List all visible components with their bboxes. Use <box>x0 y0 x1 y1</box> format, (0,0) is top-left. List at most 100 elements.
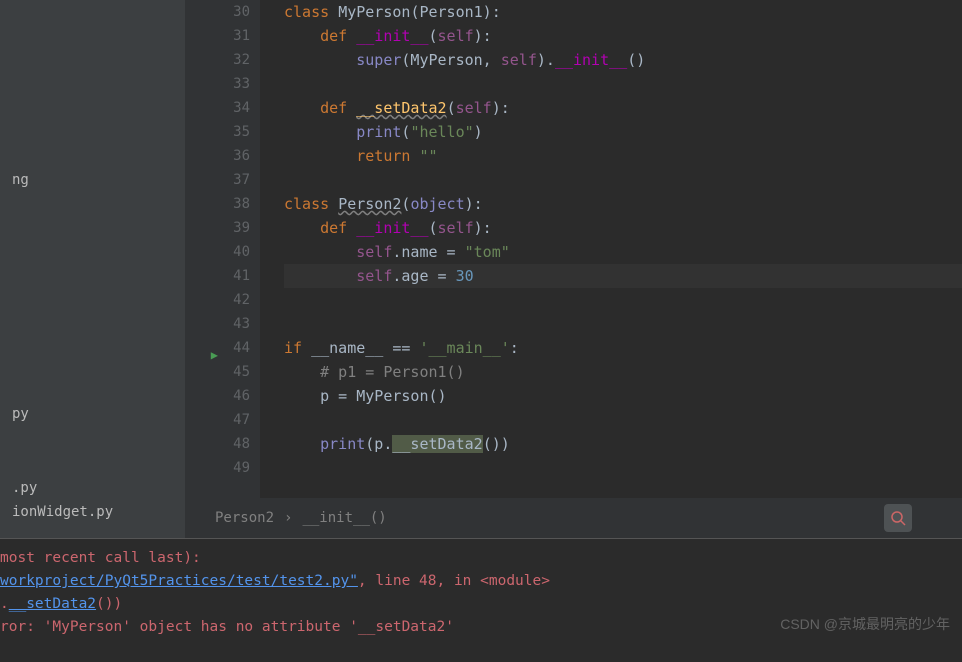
code-token: self <box>356 243 392 261</box>
line-number[interactable]: 34 <box>185 96 250 120</box>
code-line[interactable]: p = MyPerson() <box>284 384 962 408</box>
code-token: self <box>438 27 474 45</box>
line-number[interactable]: 42 <box>185 288 250 312</box>
code-line[interactable]: # p1 = Person1() <box>284 360 962 384</box>
code-token: ( <box>429 219 438 237</box>
line-number[interactable]: 46 <box>185 384 250 408</box>
watermark: CSDN @京城最明亮的少年 <box>780 614 950 634</box>
breadcrumb[interactable]: Person2 › __init__() <box>215 510 387 526</box>
code-token: ). <box>537 51 555 69</box>
code-token: if <box>284 339 311 357</box>
code-line[interactable]: print("hello") <box>284 120 962 144</box>
code-token: .name = <box>392 243 464 261</box>
code-token: 30 <box>456 267 474 285</box>
code-token: ): <box>492 99 510 117</box>
line-number[interactable]: 31 <box>185 24 250 48</box>
code-token: ): <box>474 27 492 45</box>
line-number[interactable]: 33 <box>185 72 250 96</box>
line-number[interactable]: 30 <box>185 0 250 24</box>
code-editor[interactable]: 303132333435363738394041424344▶454647484… <box>185 0 962 538</box>
sidebar-item[interactable]: ng <box>4 168 181 192</box>
code-token: "tom" <box>465 243 510 261</box>
code-token: self <box>356 267 392 285</box>
console-line: workproject/PyQt5Practices/test/test2.py… <box>0 570 962 593</box>
code-token: print <box>320 435 365 453</box>
code-token: def <box>320 27 356 45</box>
search-icon <box>890 510 906 526</box>
code-content[interactable]: class MyPerson(Person1): def __init__(se… <box>260 0 962 498</box>
line-number[interactable]: 32 <box>185 48 250 72</box>
code-line[interactable]: def __init__(self): <box>284 24 962 48</box>
code-line[interactable]: if __name__ == '__main__': <box>284 336 962 360</box>
line-number[interactable]: 40 <box>185 240 250 264</box>
code-line[interactable] <box>284 288 962 312</box>
code-token <box>284 243 356 261</box>
code-token <box>284 435 320 453</box>
code-token: self <box>456 99 492 117</box>
line-number[interactable]: 43 <box>185 312 250 336</box>
code-token: MyPerson <box>338 3 410 21</box>
line-number-gutter[interactable]: 303132333435363738394041424344▶454647484… <box>185 0 260 498</box>
run-icon[interactable]: ▶ <box>208 343 218 353</box>
sidebar-item[interactable]: py <box>4 402 181 426</box>
line-number[interactable]: 37 <box>185 168 250 192</box>
code-token: print <box>356 123 401 141</box>
code-line[interactable]: self.age = 30 <box>284 264 962 288</box>
code-token: def <box>320 219 356 237</box>
line-number[interactable]: 35 <box>185 120 250 144</box>
line-number[interactable]: 39 <box>185 216 250 240</box>
code-line[interactable]: class Person2(object): <box>284 192 962 216</box>
code-line[interactable] <box>284 456 962 480</box>
code-line[interactable]: self.name = "tom" <box>284 240 962 264</box>
sidebar-item[interactable]: .py <box>4 476 181 500</box>
line-number[interactable]: 41 <box>185 264 250 288</box>
console-text: workproject/PyQt5Practices/test/test2.py… <box>0 573 358 589</box>
line-number[interactable]: 45 <box>185 360 250 384</box>
code-token: ): <box>474 219 492 237</box>
code-token: ( <box>447 99 456 117</box>
code-line[interactable] <box>284 168 962 192</box>
console-text: . <box>0 596 9 612</box>
line-number[interactable]: 38 <box>185 192 250 216</box>
console-line: .__setData2()) <box>0 593 962 616</box>
code-line[interactable]: def __init__(self): <box>284 216 962 240</box>
line-number[interactable]: 49 <box>185 456 250 480</box>
code-line[interactable]: def __setData2(self): <box>284 96 962 120</box>
code-token <box>284 219 320 237</box>
line-number[interactable]: 36 <box>185 144 250 168</box>
code-token: object <box>410 195 464 213</box>
code-token: ()) <box>483 435 510 453</box>
breadcrumb-method[interactable]: __init__() <box>302 510 386 526</box>
console-text: , line 48, in <module> <box>358 573 550 589</box>
code-line[interactable] <box>284 312 962 336</box>
code-token: Person2 <box>338 195 401 213</box>
code-token <box>284 147 356 165</box>
line-number[interactable]: 47 <box>185 408 250 432</box>
code-token: class <box>284 3 338 21</box>
code-token: : <box>510 339 519 357</box>
console-output[interactable]: most recent call last): workproject/PyQt5… <box>0 538 962 662</box>
line-number[interactable]: 44▶ <box>185 336 250 360</box>
code-token: __init__ <box>356 219 428 237</box>
line-number[interactable]: 48 <box>185 432 250 456</box>
project-sidebar[interactable]: ng py .py ionWidget.py <box>0 0 185 538</box>
code-line[interactable]: super(MyPerson, self).__init__() <box>284 48 962 72</box>
code-token: class <box>284 195 338 213</box>
code-token: __name__ == <box>311 339 419 357</box>
code-line[interactable]: print(p.__setData2()) <box>284 432 962 456</box>
code-token <box>284 267 356 285</box>
breadcrumb-class[interactable]: Person2 <box>215 510 274 526</box>
sidebar-item[interactable]: ionWidget.py <box>4 500 181 524</box>
console-text: __setData2 <box>9 596 96 612</box>
code-token: () <box>627 51 645 69</box>
search-button[interactable] <box>884 504 912 532</box>
code-token: __setData2 <box>392 435 482 453</box>
code-line[interactable] <box>284 72 962 96</box>
code-line[interactable]: return "" <box>284 144 962 168</box>
code-token <box>284 99 320 117</box>
code-line[interactable]: class MyPerson(Person1): <box>284 0 962 24</box>
console-text: most recent call last): <box>0 550 201 566</box>
code-line[interactable] <box>284 408 962 432</box>
code-token: return <box>356 147 419 165</box>
code-token: "hello" <box>410 123 473 141</box>
